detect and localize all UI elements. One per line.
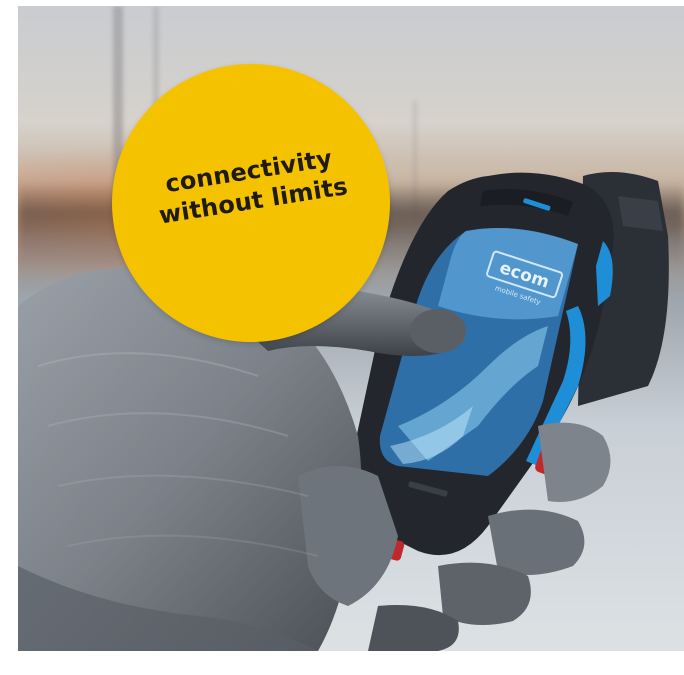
product-photo: ecom mobile safety connectivity without … — [18, 6, 684, 651]
yellow-badge: connectivity without limits — [112, 64, 390, 342]
badge-text: connectivity without limits — [109, 135, 393, 238]
gloved-hand — [18, 267, 611, 651]
